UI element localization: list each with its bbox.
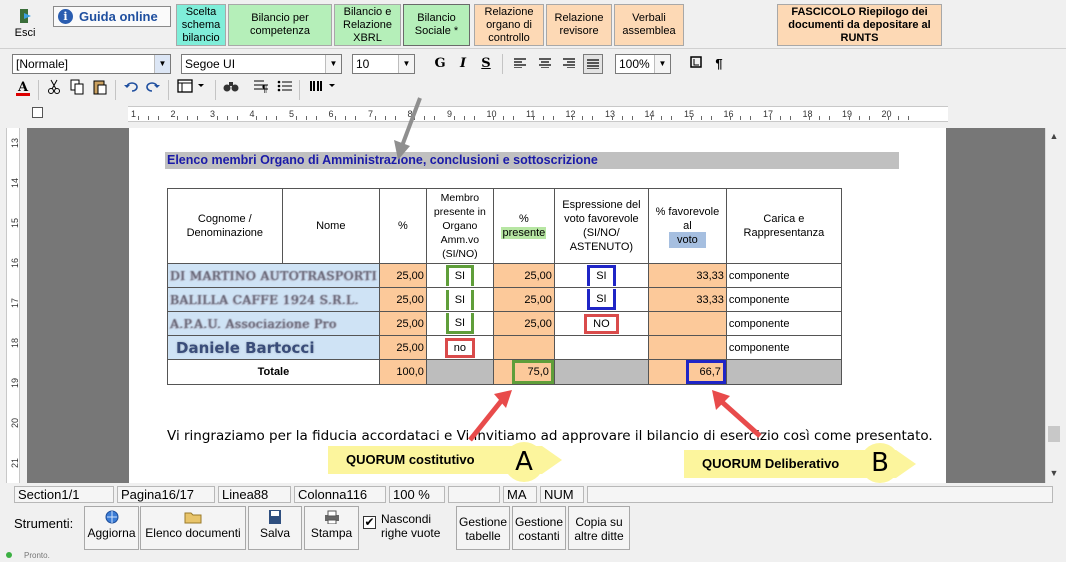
status-fill <box>587 486 1053 503</box>
elenco-documenti-button[interactable]: Elenco documenti <box>140 506 246 550</box>
aggiorna-button[interactable]: Aggiorna <box>84 506 139 550</box>
status-dot-icon <box>6 552 12 558</box>
printer-icon <box>324 510 339 524</box>
gestione-tabelle-label: Gestione tabelle <box>458 515 508 543</box>
scroll-up-icon[interactable]: ▲ <box>1046 131 1062 141</box>
annotation-arrows <box>394 97 762 442</box>
red-arrow-icon <box>468 390 512 442</box>
status-ma: MA <box>503 486 537 503</box>
red-arrow-icon <box>712 390 762 438</box>
gestione-tabelle-button[interactable]: Gestione tabelle <box>456 506 510 550</box>
aggiorna-label: Aggiorna <box>87 526 136 540</box>
stampa-button[interactable]: Stampa <box>304 506 359 550</box>
salva-button[interactable]: Salva <box>248 506 302 550</box>
gestione-costanti-button[interactable]: Gestione costanti <box>512 506 566 550</box>
refresh-globe-icon <box>105 510 118 524</box>
footer-bar: Pronto. <box>0 551 1066 562</box>
scroll-thumb[interactable] <box>1048 426 1060 442</box>
tools-bar: Strumenti: Aggiorna Elenco documenti Sal… <box>0 504 1066 552</box>
footer-status-text: Pronto. <box>24 551 50 560</box>
status-zoom: 100 % <box>389 486 445 503</box>
elenco-label: Elenco documenti <box>145 526 241 540</box>
copia-altre-ditte-button[interactable]: Copia su altre ditte <box>568 506 630 550</box>
folder-icon <box>184 512 202 524</box>
status-empty <box>448 486 500 503</box>
status-num: NUM <box>540 486 584 503</box>
vertical-scrollbar[interactable]: ▲ ▼ <box>1045 128 1062 483</box>
stampa-label: Stampa <box>310 526 353 540</box>
gray-arrow-icon <box>394 97 422 160</box>
status-page: Pagina16/17 <box>117 486 215 503</box>
salva-label: Salva <box>259 526 291 540</box>
status-section: Section1/1 <box>14 486 114 503</box>
gestione-costanti-label: Gestione costanti <box>514 515 564 543</box>
status-bar: Section1/1 Pagina16/17 Linea88 Colonna11… <box>0 485 1066 504</box>
status-column: Colonna116 <box>294 486 386 503</box>
nascondi-label[interactable]: Nascondi righe vuote <box>381 512 451 540</box>
copia-label: Copia su altre ditte <box>574 515 624 543</box>
nascondi-checkbox[interactable]: ✔ <box>363 516 376 529</box>
status-line: Linea88 <box>218 486 291 503</box>
scroll-down-icon[interactable]: ▼ <box>1046 468 1062 478</box>
tools-label: Strumenti: <box>14 516 74 531</box>
save-disk-icon <box>269 510 281 524</box>
